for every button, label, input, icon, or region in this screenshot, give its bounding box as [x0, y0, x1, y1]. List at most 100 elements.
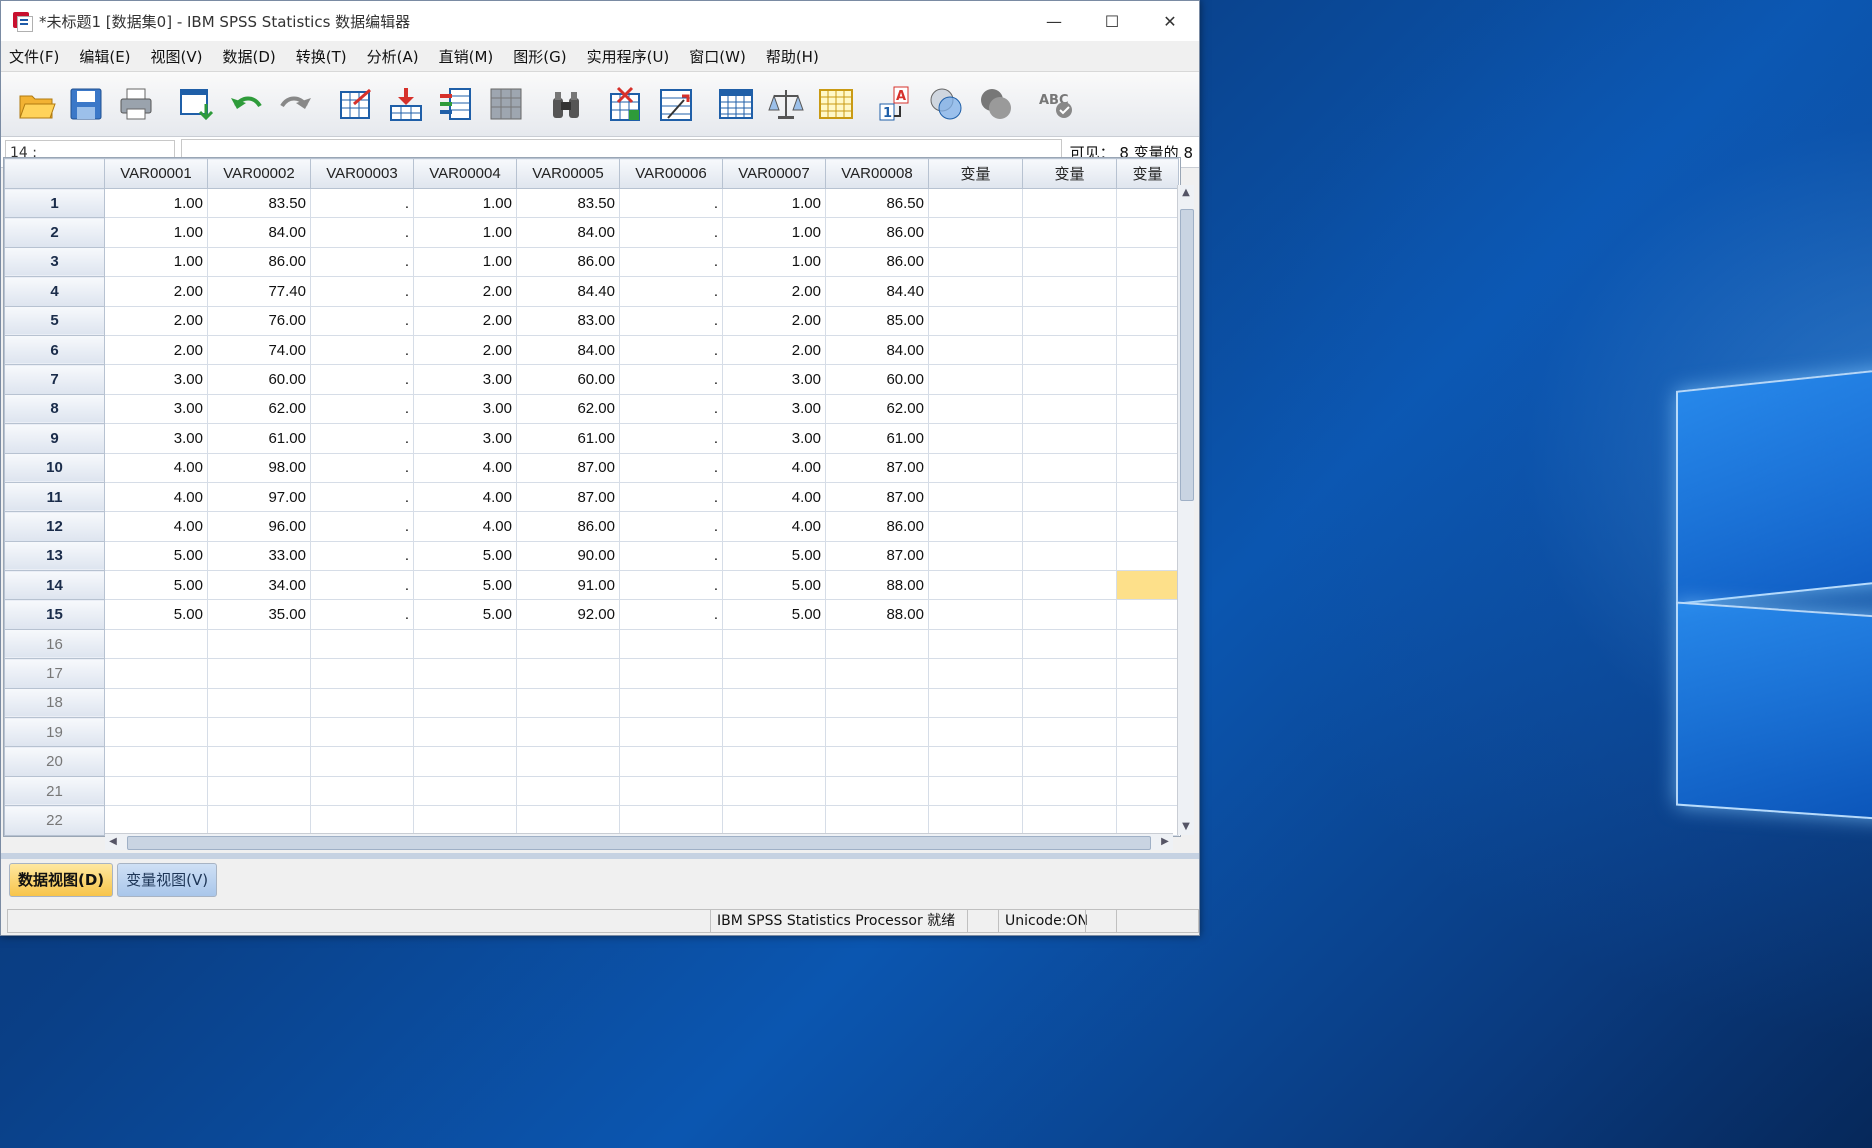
data-cell[interactable]: 3.00: [722, 423, 826, 454]
data-cell[interactable]: [928, 187, 1023, 219]
vertical-scroll-thumb[interactable]: [1180, 209, 1194, 501]
data-cell[interactable]: 86.00: [516, 511, 620, 542]
scroll-up-icon[interactable]: ▲: [1178, 185, 1194, 201]
data-cell[interactable]: [1022, 423, 1117, 454]
data-cell[interactable]: 77.40: [207, 276, 311, 307]
menu-window[interactable]: 窗口(W): [681, 46, 758, 67]
data-cell[interactable]: [1022, 276, 1117, 307]
data-cell[interactable]: [722, 658, 826, 689]
data-cell[interactable]: [722, 805, 826, 836]
scroll-down-icon[interactable]: ▼: [1178, 819, 1194, 835]
data-cell[interactable]: 3.00: [722, 364, 826, 395]
data-cell[interactable]: 84.00: [516, 217, 620, 248]
data-cell[interactable]: [619, 687, 723, 719]
row-header[interactable]: 2: [4, 217, 105, 248]
row-header[interactable]: 12: [4, 511, 105, 542]
data-cell[interactable]: 4.00: [104, 452, 208, 483]
undo-icon[interactable]: [223, 81, 269, 127]
insert-cases-icon[interactable]: [603, 81, 649, 127]
data-cell[interactable]: .: [310, 452, 414, 483]
data-cell[interactable]: [825, 805, 929, 836]
data-cell[interactable]: [1116, 334, 1179, 366]
data-cell[interactable]: [1116, 393, 1179, 425]
column-header-10[interactable]: 变量: [1022, 158, 1117, 189]
data-cell[interactable]: .: [310, 364, 414, 395]
data-cell[interactable]: 2.00: [104, 305, 208, 336]
save-icon[interactable]: [63, 81, 109, 127]
data-cell[interactable]: [1022, 246, 1117, 278]
data-cell[interactable]: [1116, 658, 1179, 689]
data-cell[interactable]: 1.00: [722, 217, 826, 248]
row-header[interactable]: 14: [4, 570, 105, 601]
data-cell[interactable]: [413, 805, 517, 836]
data-cell[interactable]: 2.00: [413, 305, 517, 336]
data-cell[interactable]: 2.00: [104, 334, 208, 366]
row-header[interactable]: 18: [4, 687, 105, 719]
data-cell[interactable]: [1022, 687, 1117, 719]
horizontal-scrollbar[interactable]: ◀ ▶: [105, 833, 1173, 850]
data-cell[interactable]: [516, 658, 620, 689]
data-cell[interactable]: 2.00: [722, 276, 826, 307]
data-cell[interactable]: 1.00: [413, 187, 517, 219]
data-cell[interactable]: [928, 217, 1023, 248]
data-cell[interactable]: 84.00: [825, 334, 929, 366]
view-splitter[interactable]: [1, 853, 1199, 859]
data-cell[interactable]: 60.00: [207, 364, 311, 395]
data-cell[interactable]: 2.00: [722, 334, 826, 366]
data-cell[interactable]: [1116, 540, 1179, 572]
insert-variable-icon[interactable]: [653, 81, 699, 127]
open-icon[interactable]: [13, 81, 59, 127]
column-header-8[interactable]: VAR00008: [825, 158, 929, 189]
data-cell[interactable]: .: [619, 599, 723, 630]
data-cell[interactable]: 86.00: [825, 246, 929, 278]
data-cell[interactable]: 83.00: [516, 305, 620, 336]
data-cell[interactable]: [1116, 423, 1179, 454]
data-cell[interactable]: 87.00: [516, 452, 620, 483]
data-cell[interactable]: [825, 746, 929, 777]
data-cell[interactable]: 3.00: [104, 364, 208, 395]
data-cell[interactable]: [1022, 511, 1117, 542]
data-cell[interactable]: .: [310, 276, 414, 307]
data-cell[interactable]: .: [310, 570, 414, 601]
data-cell[interactable]: 84.40: [516, 276, 620, 307]
data-cell[interactable]: 87.00: [825, 452, 929, 483]
data-cell[interactable]: .: [310, 246, 414, 278]
data-cell[interactable]: 1.00: [104, 246, 208, 278]
data-cell[interactable]: .: [619, 305, 723, 336]
data-cell[interactable]: [722, 628, 826, 660]
data-cell[interactable]: [1116, 305, 1179, 336]
data-cell[interactable]: .: [310, 334, 414, 366]
data-cell[interactable]: 83.50: [516, 187, 620, 219]
data-cell[interactable]: [1022, 775, 1117, 807]
data-cell[interactable]: 74.00: [207, 334, 311, 366]
title-bar[interactable]: *未标题1 [数据集0] - IBM SPSS Statistics 数据编辑器…: [1, 1, 1199, 41]
data-cell[interactable]: .: [619, 511, 723, 542]
data-cell[interactable]: 2.00: [413, 334, 517, 366]
data-cell[interactable]: [928, 364, 1023, 395]
data-cell[interactable]: [104, 746, 208, 777]
data-cell[interactable]: 2.00: [722, 305, 826, 336]
data-cell[interactable]: [928, 334, 1023, 366]
data-cell[interactable]: [1116, 628, 1179, 660]
data-cell[interactable]: 61.00: [516, 423, 620, 454]
data-cell[interactable]: [1022, 717, 1117, 748]
data-cell[interactable]: [1116, 276, 1179, 307]
data-cell[interactable]: [1022, 187, 1117, 219]
data-cell[interactable]: [1022, 393, 1117, 425]
data-cell[interactable]: .: [310, 393, 414, 425]
data-cell[interactable]: [1022, 364, 1117, 395]
data-cell[interactable]: 60.00: [825, 364, 929, 395]
data-cell[interactable]: [1022, 570, 1117, 601]
data-cell[interactable]: [928, 511, 1023, 542]
data-cell[interactable]: .: [310, 423, 414, 454]
data-cell[interactable]: [1022, 540, 1117, 572]
data-cell[interactable]: [413, 628, 517, 660]
data-cell[interactable]: [1116, 217, 1179, 248]
menu-direct-marketing[interactable]: 直销(M): [431, 46, 506, 67]
row-header[interactable]: 3: [4, 246, 105, 278]
minimize-button[interactable]: —: [1025, 1, 1083, 41]
data-cell[interactable]: [1022, 805, 1117, 836]
data-cell[interactable]: 83.50: [207, 187, 311, 219]
goto-case-icon[interactable]: [333, 81, 379, 127]
menu-view[interactable]: 视图(V): [143, 46, 215, 67]
